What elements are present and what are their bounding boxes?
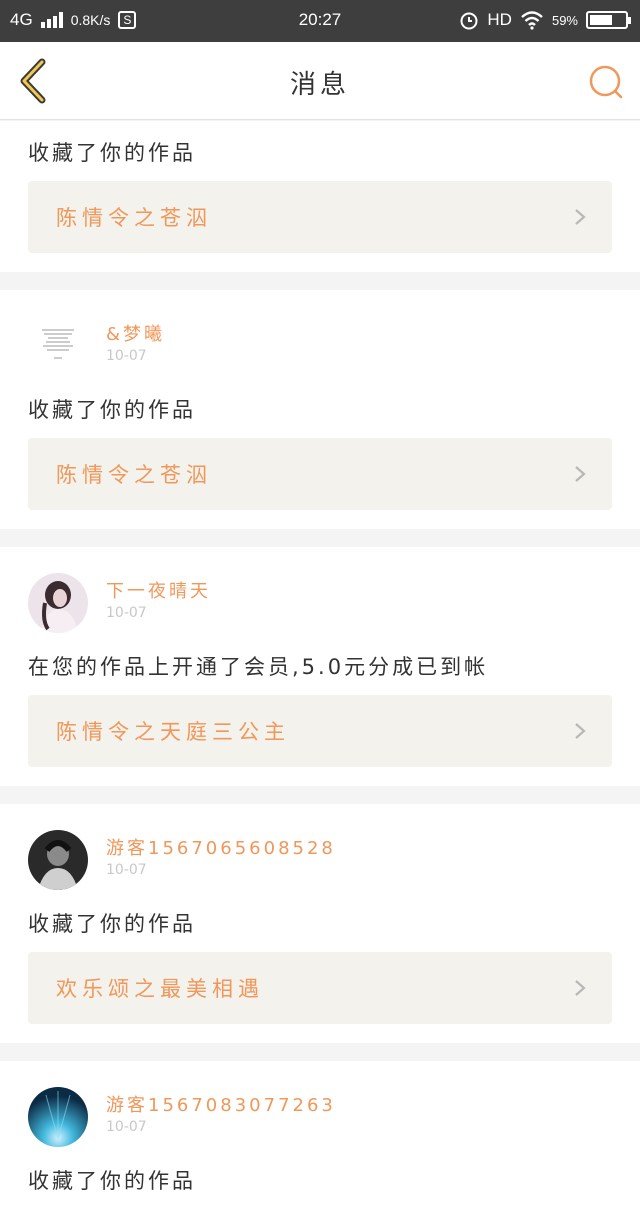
battery-percent: 59% bbox=[551, 12, 578, 28]
work-title: 陈情令之苍泅 bbox=[56, 206, 212, 230]
battery-icon bbox=[586, 11, 631, 29]
username[interactable]: &梦曦 bbox=[106, 320, 165, 346]
avatar[interactable] bbox=[28, 830, 88, 890]
notification-message: 在您的作品上开通了会员,5.0元分成已到帐 bbox=[28, 655, 489, 679]
notification-card: 下一夜晴天 10-07 在您的作品上开通了会员,5.0元分成已到帐 陈情令之天庭… bbox=[0, 547, 640, 786]
wifi-icon bbox=[521, 11, 543, 30]
work-link[interactable]: 欢乐颂之最美相遇 bbox=[28, 952, 612, 1024]
top-nav: 消息 bbox=[0, 42, 640, 120]
avatar[interactable] bbox=[28, 573, 88, 633]
avatar[interactable] bbox=[28, 1087, 88, 1147]
clock: 20:27 bbox=[298, 10, 342, 29]
notification-card: 游客1567065608528 10-07 收藏了你的作品 欢乐颂之最美相遇 bbox=[0, 804, 640, 1043]
alarm-icon bbox=[460, 12, 478, 30]
chevron-right-icon bbox=[575, 723, 586, 739]
notification-card: &梦曦 10-07 收藏了你的作品 陈情令之苍泅 bbox=[0, 290, 640, 529]
notification-message: 收藏了你的作品 bbox=[28, 1169, 196, 1193]
timestamp: 10-07 bbox=[106, 1119, 147, 1135]
timestamp: 10-07 bbox=[106, 862, 147, 878]
notification-card: 游客1567083077263 10-07 收藏了你的作品 bbox=[0, 1061, 640, 1205]
notification-message: 收藏了你的作品 bbox=[28, 912, 196, 936]
username[interactable]: 游客1567083077263 bbox=[106, 1091, 336, 1117]
chevron-right-icon bbox=[575, 209, 586, 225]
timestamp: 10-07 bbox=[106, 348, 147, 364]
avatar[interactable] bbox=[28, 316, 88, 376]
work-title: 欢乐颂之最美相遇 bbox=[56, 977, 264, 1001]
username[interactable]: 下一夜晴天 bbox=[106, 577, 211, 603]
work-link[interactable]: 陈情令之苍泅 bbox=[28, 181, 612, 253]
timestamp: 10-07 bbox=[106, 605, 147, 621]
work-title: 陈情令之天庭三公主 bbox=[56, 720, 290, 744]
notification-message: 收藏了你的作品 bbox=[28, 398, 196, 422]
work-title: 陈情令之苍泅 bbox=[56, 463, 212, 487]
notification-list: 收藏了你的作品 陈情令之苍泅 &梦曦 10-07 收藏了你的作品 陈情令之苍泅 … bbox=[0, 121, 640, 1205]
work-link[interactable]: 陈情令之天庭三公主 bbox=[28, 695, 612, 767]
notification-message: 收藏了你的作品 bbox=[28, 141, 196, 165]
username[interactable]: 游客1567065608528 bbox=[106, 834, 336, 860]
notification-card: 收藏了你的作品 陈情令之苍泅 bbox=[0, 121, 640, 272]
hd-label: HD bbox=[487, 10, 512, 29]
search-icon[interactable] bbox=[586, 62, 626, 102]
chevron-right-icon bbox=[575, 980, 586, 996]
status-bar: 4G 0.8K/s S 20:27 HD 59% bbox=[0, 0, 640, 42]
page-title: 消息 bbox=[289, 70, 350, 100]
chevron-right-icon bbox=[575, 466, 586, 482]
work-link[interactable]: 陈情令之苍泅 bbox=[28, 438, 612, 510]
